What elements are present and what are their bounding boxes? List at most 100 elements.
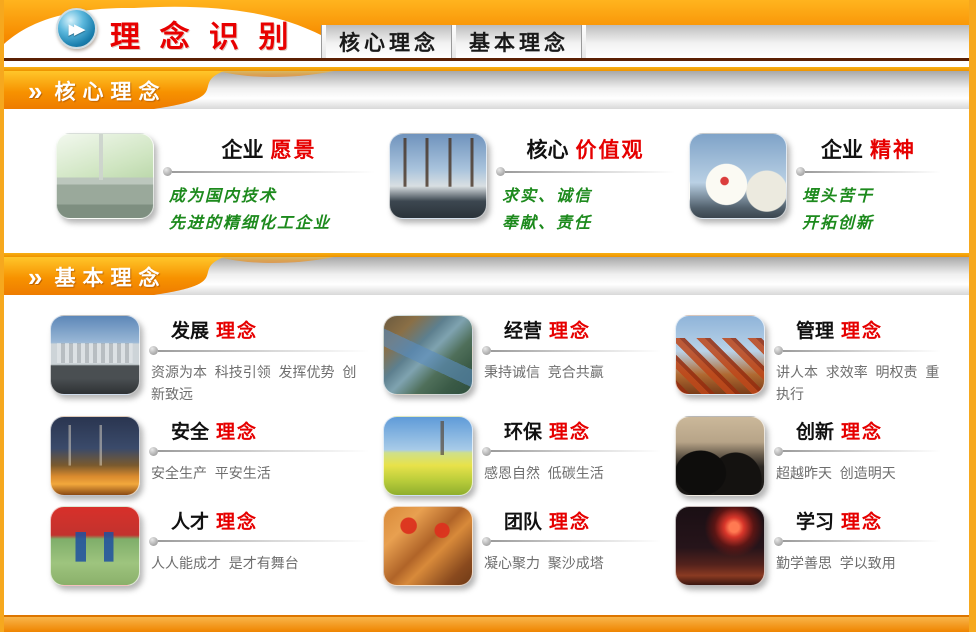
item-title: 学习理念 [774, 507, 941, 534]
item-line: 人人能成才 是才有舞台 [151, 553, 369, 575]
item-title-accent: 理念 [216, 512, 258, 533]
item-title: 企业愿景 [163, 134, 375, 164]
item-body: 团队理念 凝心聚力 聚沙成塔 [482, 506, 661, 586]
item-lines: 超越昨天 创造明天 [774, 463, 941, 485]
section-header-bar: » 基本理念 [4, 253, 969, 295]
section-header-bar: » 核心理念 [4, 67, 969, 109]
item-divider [482, 537, 661, 546]
page: ▶▶ 理 念 识 别 核心理念 基本理念 » 核心理念 [0, 0, 976, 632]
item-body: 创新理念 超越昨天 创造明天 [774, 416, 941, 496]
item-divider [774, 346, 941, 355]
item-body: 企业精神 埋头苦干开拓创新 [796, 133, 941, 237]
fast-forward-play-icon: ▶▶ [56, 8, 97, 49]
item-title: 企业精神 [796, 134, 941, 164]
fast-forward-glyph: ▶▶ [68, 20, 84, 38]
item-title-accent: 理念 [549, 512, 591, 533]
item-body: 核心价值观 求实、诚信奉献、责任 [496, 133, 675, 237]
item-title-accent: 理念 [841, 422, 883, 443]
concept-item: 企业精神 埋头苦干开拓创新 [689, 133, 955, 237]
section-items: 企业愿景 成为国内技术先进的精细化工企业 核心价值观 求实、诚信奉献、责任 企业… [4, 109, 969, 253]
item-title-accent: 精神 [870, 138, 916, 162]
item-lines: 埋头苦干开拓创新 [796, 183, 941, 237]
item-line: 凝心聚力 聚沙成塔 [484, 553, 661, 575]
item-divider [482, 447, 661, 456]
item-title-accent: 理念 [549, 422, 591, 443]
header-bar: ▶▶ 理 念 识 别 核心理念 基本理念 [4, 0, 969, 61]
item-lines: 凝心聚力 聚沙成塔 [482, 553, 661, 575]
concept-item: 发展理念 资源为本 科技引领 发挥优势 创新致远 [50, 315, 383, 405]
oil-workers-photo [383, 506, 473, 586]
item-title-accent: 理念 [216, 321, 258, 342]
drilling-rigs-photo [389, 133, 487, 219]
fireworks-night-photo [675, 506, 765, 586]
item-title-prefix: 管理 [796, 321, 834, 342]
item-divider [482, 346, 661, 355]
green-chemical-plant-photo [56, 133, 154, 219]
item-lines: 秉持诚信 竞合共赢 [482, 362, 661, 384]
item-title: 环保理念 [482, 417, 661, 444]
item-title-prefix: 安全 [171, 422, 209, 443]
concept-item: 人才理念 人人能成才 是才有舞台 [50, 506, 383, 586]
item-title-prefix: 企业 [821, 138, 863, 162]
item-line: 成为国内技术 [169, 183, 375, 210]
industrial-park-photo [383, 315, 473, 395]
item-title-prefix: 人才 [171, 512, 209, 533]
item-body: 安全理念 安全生产 平安生活 [149, 416, 369, 496]
concept-item: 安全理念 安全生产 平安生活 [50, 416, 383, 496]
item-body: 管理理念 讲人本 求效率 明权责 重执行 [774, 315, 941, 405]
item-line: 奉献、责任 [502, 210, 675, 237]
item-line: 开拓创新 [802, 210, 941, 237]
tab-core-concepts[interactable]: 核心理念 [326, 27, 452, 57]
concept-item: 创新理念 超越昨天 创造明天 [675, 416, 955, 496]
spherical-tanks-photo [689, 133, 787, 219]
item-title-accent: 理念 [841, 321, 883, 342]
section-title: 核心理念 [54, 76, 166, 106]
tire-factory-photo [675, 416, 765, 496]
item-title-prefix: 创新 [796, 422, 834, 443]
pumpjacks-photo [675, 315, 765, 395]
item-line: 资源为本 科技引领 发挥优势 创新致远 [151, 362, 369, 405]
item-line: 埋头苦干 [802, 183, 941, 210]
silver-band: » 基本理念 [4, 257, 969, 295]
item-lines: 感恩自然 低碳生活 [482, 463, 661, 485]
office-building-photo [50, 315, 140, 395]
item-title-prefix: 发展 [171, 321, 209, 342]
item-line: 讲人本 求效率 明权责 重执行 [776, 362, 941, 405]
tab-separator [582, 25, 586, 58]
section-basic-concepts: » 基本理念 发展理念 资源为本 科技引领 发挥优势 创新致远 经营理念 秉持诚… [4, 253, 969, 585]
concept-item: 企业愿景 成为国内技术先进的精细化工企业 [56, 133, 389, 237]
item-lines: 讲人本 求效率 明权责 重执行 [774, 362, 941, 405]
item-title-accent: 理念 [549, 321, 591, 342]
item-line: 先进的精细化工企业 [169, 210, 375, 237]
double-chevron-icon: » [28, 78, 42, 104]
item-lines: 求实、诚信奉献、责任 [496, 183, 675, 237]
item-divider [149, 537, 369, 546]
item-body: 经营理念 秉持诚信 竞合共赢 [482, 315, 661, 405]
item-title-accent: 愿景 [271, 138, 317, 162]
concept-item: 学习理念 勤学善思 学以致用 [675, 506, 955, 586]
item-body: 发展理念 资源为本 科技引领 发挥优势 创新致远 [149, 315, 369, 405]
section-core-concepts: » 核心理念 企业愿景 成为国内技术先进的精细化工企业 核心价值观 求实、诚信奉… [4, 67, 969, 253]
item-title-accent: 价值观 [576, 138, 645, 162]
item-title: 核心价值观 [496, 134, 675, 164]
header-tabstrip: 核心理念 基本理念 [322, 25, 969, 58]
item-body: 环保理念 感恩自然 低碳生活 [482, 416, 661, 496]
item-line: 秉持诚信 竞合共赢 [484, 362, 661, 384]
item-title-prefix: 团队 [504, 512, 542, 533]
item-lines: 人人能成才 是才有舞台 [149, 553, 369, 575]
badminton-match-photo [50, 506, 140, 586]
item-divider [774, 537, 941, 546]
item-line: 超越昨天 创造明天 [776, 463, 941, 485]
item-title: 团队理念 [482, 507, 661, 534]
item-title-prefix: 经营 [504, 321, 542, 342]
item-divider [163, 167, 375, 176]
item-title: 发展理念 [149, 316, 369, 343]
concept-item: 团队理念 凝心聚力 聚沙成塔 [383, 506, 675, 586]
refinery-night-photo [50, 416, 140, 496]
flower-field-photo [383, 416, 473, 496]
tab-basic-concepts[interactable]: 基本理念 [456, 27, 582, 57]
item-lines: 资源为本 科技引领 发挥优势 创新致远 [149, 362, 369, 405]
item-title: 人才理念 [149, 507, 369, 534]
item-body: 企业愿景 成为国内技术先进的精细化工企业 [163, 133, 375, 237]
item-title: 创新理念 [774, 417, 941, 444]
